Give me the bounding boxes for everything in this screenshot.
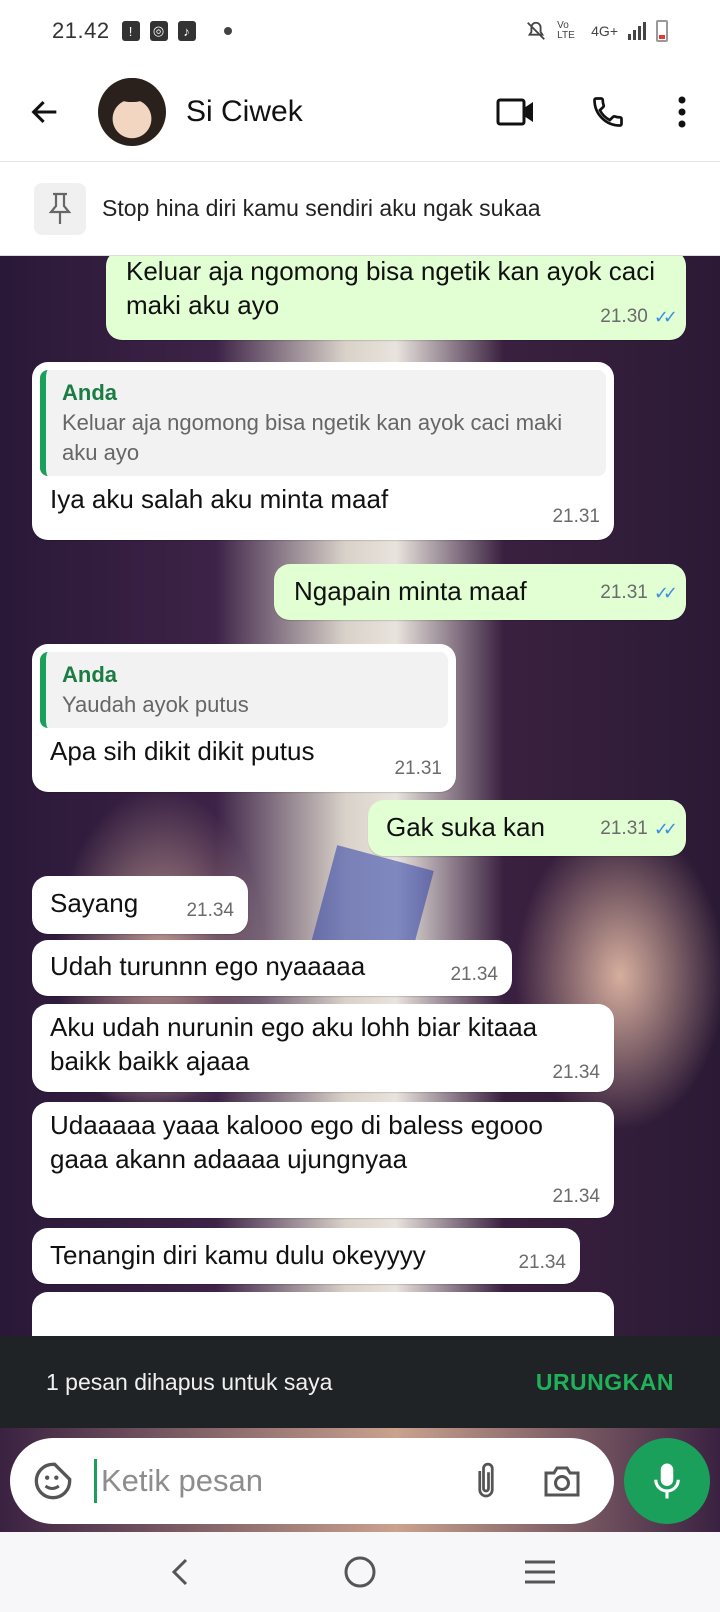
volte-label: Vo LTE xyxy=(557,20,575,41)
notification-icons: ! ◎ ♪ xyxy=(121,21,196,41)
message-bubble-out[interactable]: Keluar aja ngomong bisa ngetik kan ayok … xyxy=(106,256,686,340)
message-time: 21.31 xyxy=(600,582,648,603)
system-navigation-bar xyxy=(0,1532,720,1612)
message-time: 21.31 xyxy=(600,818,648,839)
message-bubble-in[interactable]: Tenangin diri kamu dulu okeyyyy 21.34 xyxy=(32,1228,580,1284)
more-notifications-dot xyxy=(223,27,232,35)
message-bubble-in[interactable]: Sayang 21.34 xyxy=(32,876,248,934)
quote-author: Anda xyxy=(62,380,117,405)
voice-call-button[interactable] xyxy=(562,62,654,162)
tiktok-icon: ♪ xyxy=(177,21,196,41)
quote-text: Yaudah ayok putus xyxy=(62,692,249,717)
microphone-icon xyxy=(654,1463,680,1499)
message-bubble-in[interactable]: Udah turunnn ego nyaaaaa 21.34 xyxy=(32,940,512,996)
quoted-message[interactable]: Anda Keluar aja ngomong bisa ngetik kan … xyxy=(40,370,606,476)
message-time: 21.31 xyxy=(394,758,442,779)
message-time: 21.34 xyxy=(450,964,498,985)
message-bubble-partial[interactable] xyxy=(32,1292,614,1336)
back-button[interactable] xyxy=(0,62,90,162)
battery-icon xyxy=(656,20,668,42)
quoted-message[interactable]: Anda Yaudah ayok putus xyxy=(40,652,448,728)
composer-area: Ketik pesan xyxy=(0,1428,720,1532)
message-time: 21.34 xyxy=(552,1062,600,1083)
message-bubble-out[interactable]: Ngapain minta maaf 21.31 ✓✓ xyxy=(274,564,686,620)
pinned-message[interactable]: Stop hina diri kamu sendiri aku ngak suk… xyxy=(0,162,720,256)
message-time: 21.34 xyxy=(552,1186,600,1207)
message-time: 21.34 xyxy=(186,900,234,921)
quote-text: Keluar aja ngomong bisa ngetik kan ayok … xyxy=(62,410,563,465)
more-options-button[interactable] xyxy=(654,62,710,162)
home-circle-icon xyxy=(344,1556,376,1588)
message-bubble-in[interactable]: Anda Yaudah ayok putus Apa sih dikit dik… xyxy=(32,644,456,792)
message-text: Tenangin diri kamu dulu okeyyyy xyxy=(50,1240,426,1270)
video-call-button[interactable] xyxy=(470,62,562,162)
snackbar-text: 1 pesan dihapus untuk saya xyxy=(46,1368,333,1395)
message-bubble-in[interactable]: Anda Keluar aja ngomong bisa ngetik kan … xyxy=(32,362,614,540)
message-text: Udah turunnn ego nyaaaaa xyxy=(50,951,366,981)
message-text: Aku udah nurunin ego aku lohh biar kitaa… xyxy=(50,1012,538,1076)
message-input-container[interactable]: Ketik pesan xyxy=(10,1438,614,1524)
camera-icon xyxy=(544,1466,580,1497)
mute-icon xyxy=(527,21,546,40)
message-time: 21.31 xyxy=(552,506,600,527)
kebab-menu-icon xyxy=(678,96,686,127)
message-text: Keluar aja ngomong bisa ngetik kan ayok … xyxy=(126,256,655,320)
message-bubble-in[interactable]: Aku udah nurunin ego aku lohh biar kitaa… xyxy=(32,1004,614,1092)
arrow-left-icon xyxy=(31,100,57,123)
avatar[interactable] xyxy=(98,77,166,146)
signal-icon xyxy=(628,22,646,40)
read-ticks-icon: ✓✓ xyxy=(653,583,678,603)
sticker-button[interactable] xyxy=(28,1456,78,1506)
header-actions xyxy=(470,62,720,162)
message-time: 21.34 xyxy=(518,1252,566,1273)
contact-name[interactable]: Si Ciwek xyxy=(186,95,303,129)
system-icons: Vo LTE 4G+ xyxy=(525,20,668,42)
pin-icon xyxy=(34,182,86,235)
deleted-message-snackbar: 1 pesan dihapus untuk saya URUNGKAN xyxy=(0,1336,720,1428)
chevron-left-icon xyxy=(171,1558,188,1586)
message-time: 21.30 xyxy=(600,306,648,327)
message-text: Apa sih dikit dikit putus xyxy=(50,736,315,766)
chat-header: Si Ciwek xyxy=(0,62,720,162)
message-bubble-out[interactable]: Gak suka kan 21.31 ✓✓ xyxy=(368,800,686,856)
pinned-text: Stop hina diri kamu sendiri aku ngak suk… xyxy=(102,195,541,221)
message-text: Iya aku salah aku minta maaf xyxy=(50,484,389,514)
status-bar: 21.42 ! ◎ ♪ Vo LTE 4G+ xyxy=(0,0,720,62)
video-camera-icon xyxy=(496,98,533,125)
quote-author: Anda xyxy=(62,662,117,687)
read-ticks-icon: ✓✓ xyxy=(653,819,678,839)
attach-button[interactable] xyxy=(458,1453,514,1509)
message-text: Udaaaaa yaaa kalooo ego di baless egooo … xyxy=(50,1110,543,1174)
nav-home-button[interactable] xyxy=(320,1542,400,1602)
undo-button[interactable]: URUNGKAN xyxy=(536,1369,674,1396)
nav-back-button[interactable] xyxy=(140,1542,220,1602)
phone-icon xyxy=(593,96,623,127)
menu-lines-icon xyxy=(525,1560,555,1584)
sticker-icon xyxy=(34,1462,72,1500)
chat-area[interactable]: Keluar aja ngomong bisa ngetik kan ayok … xyxy=(0,256,720,1336)
alert-icon: ! xyxy=(121,21,140,41)
read-ticks-icon: ✓✓ xyxy=(653,307,678,327)
nav-recents-button[interactable] xyxy=(500,1542,580,1602)
voice-record-button[interactable] xyxy=(624,1438,710,1524)
network-label: 4G+ xyxy=(591,23,618,39)
camera-button[interactable] xyxy=(534,1453,590,1509)
instagram-icon: ◎ xyxy=(149,21,168,41)
status-time: 21.42 xyxy=(52,18,110,43)
message-bubble-in[interactable]: Udaaaaa yaaa kalooo ego di baless egooo … xyxy=(32,1102,614,1218)
paperclip-icon xyxy=(478,1462,494,1498)
message-input[interactable]: Ketik pesan xyxy=(94,1459,438,1503)
